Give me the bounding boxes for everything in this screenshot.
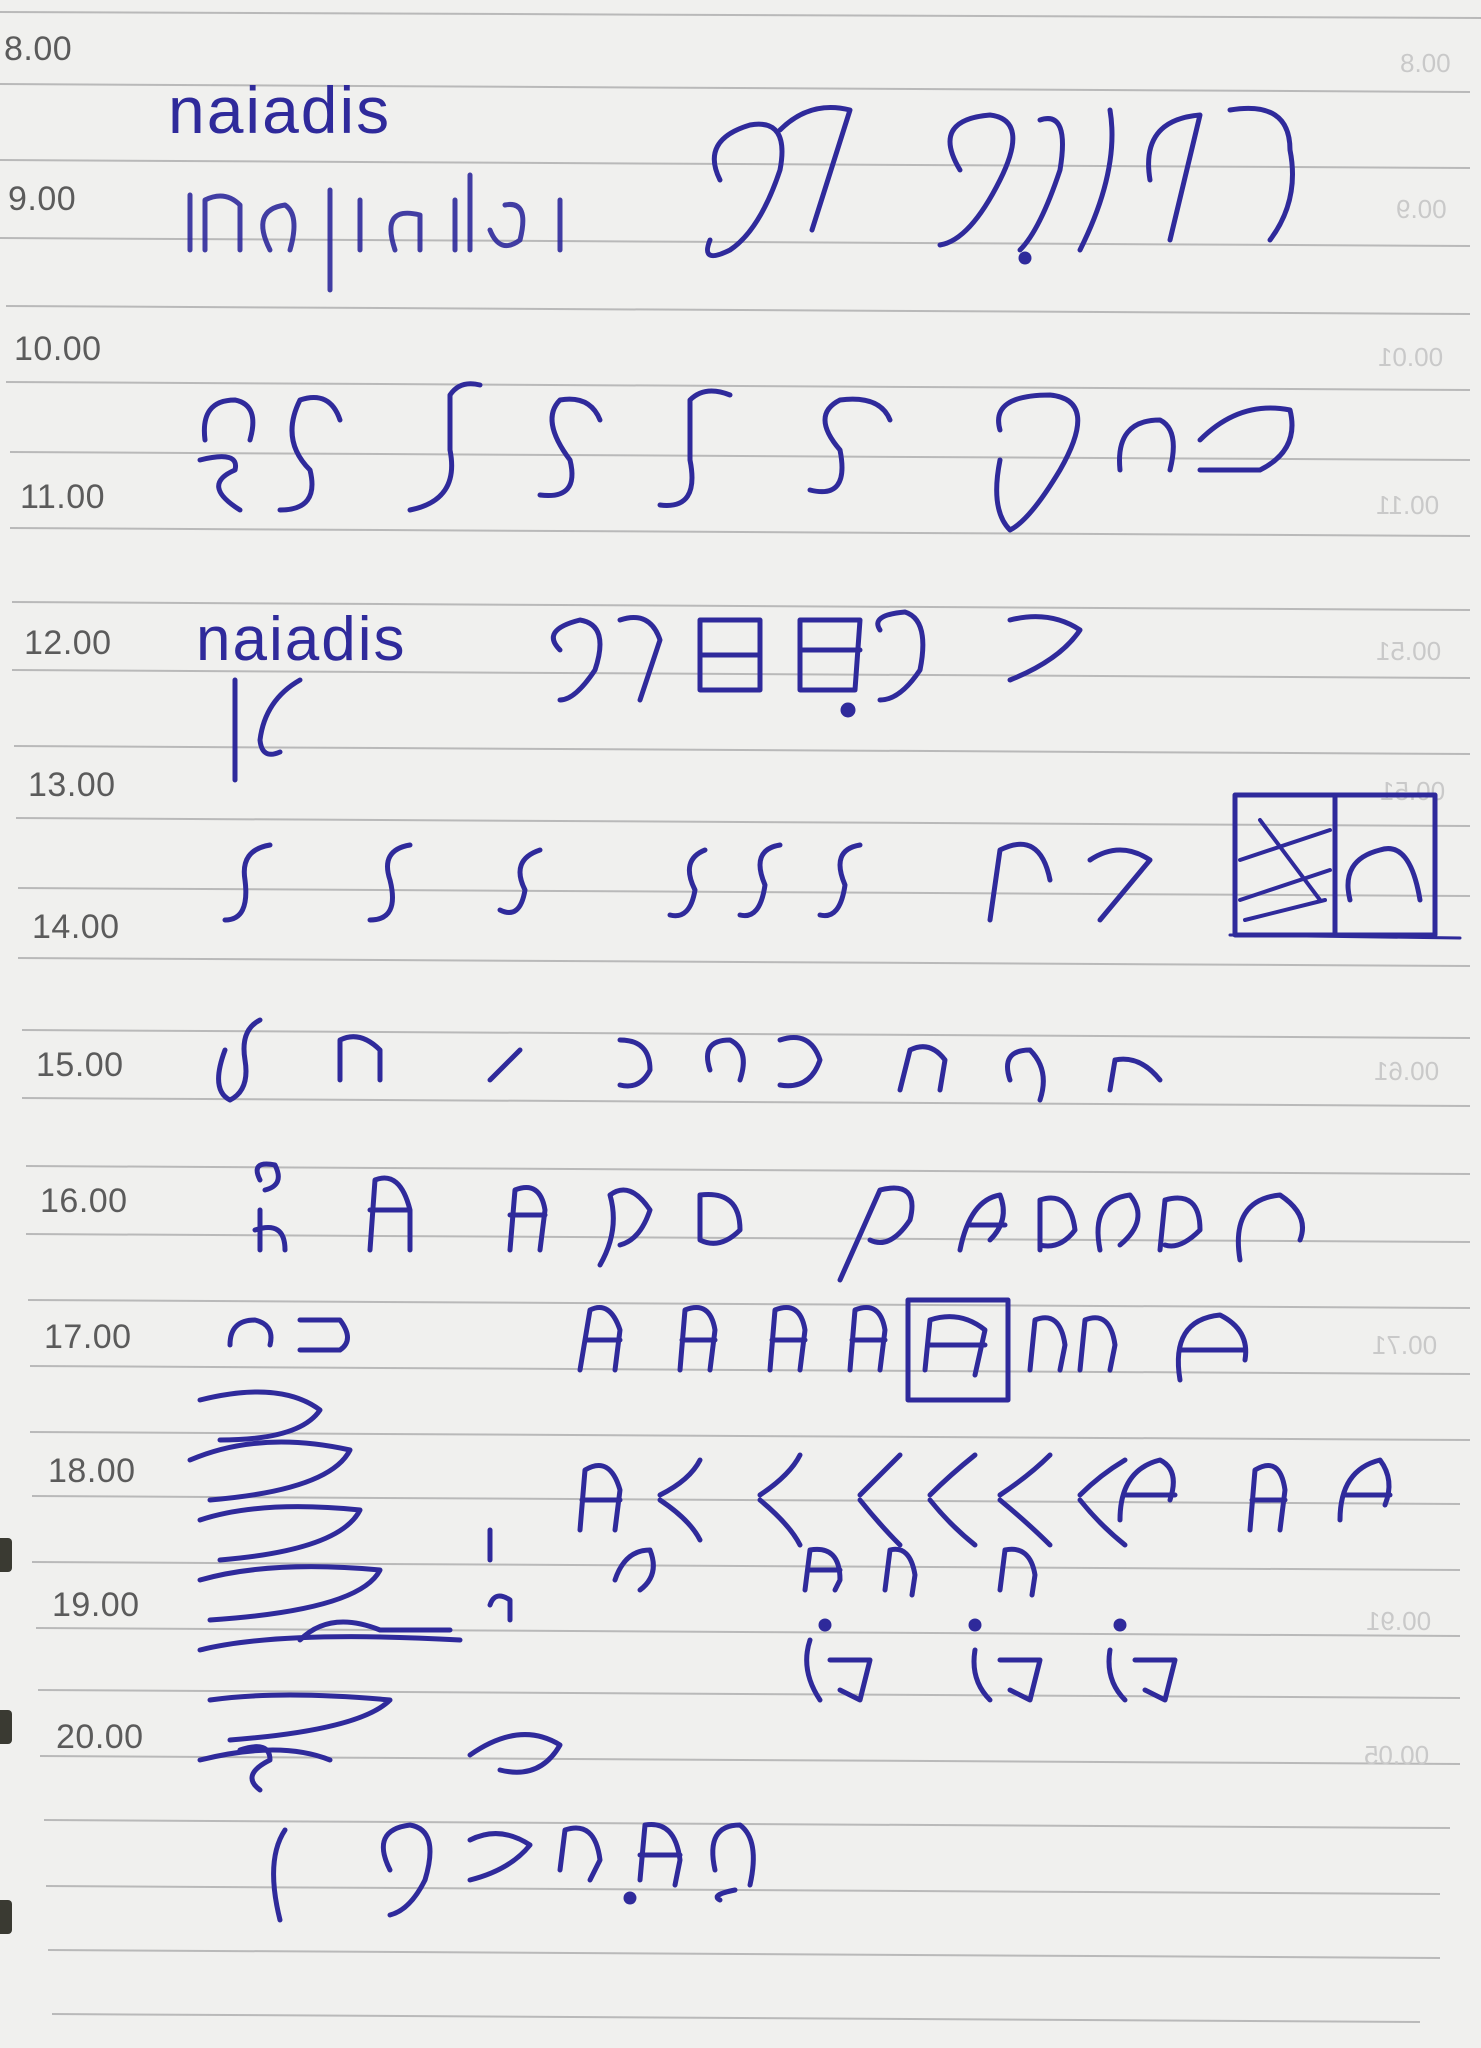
glyph-row-6 <box>252 1161 1305 1283</box>
glyph-row-9 <box>487 1527 1178 1703</box>
glyph-row-1 <box>705 105 1295 265</box>
vertical-scribble <box>187 1389 463 1763</box>
glyph-row-7 <box>227 1297 1249 1403</box>
glyph-row-2 <box>197 381 1295 533</box>
glyph-row-10 <box>237 1732 563 1793</box>
handwritten-script-strokes <box>187 105 1462 1923</box>
notebook-page: 8.00 9.00 10.00 11.00 12.00 13.00 14.00 … <box>0 0 1481 2048</box>
binder-hole <box>0 1710 12 1744</box>
binder-hole <box>0 1900 12 1934</box>
glyph-row-11 <box>271 1821 756 1923</box>
glyph-row-8 <box>577 1452 1393 1548</box>
glyph-row-3 <box>232 609 1083 783</box>
glyph-row-4 <box>222 792 1462 940</box>
mirrored-word-strokes <box>187 172 563 293</box>
binder-hole <box>0 1538 12 1572</box>
glyph-row-5 <box>216 1017 1163 1103</box>
